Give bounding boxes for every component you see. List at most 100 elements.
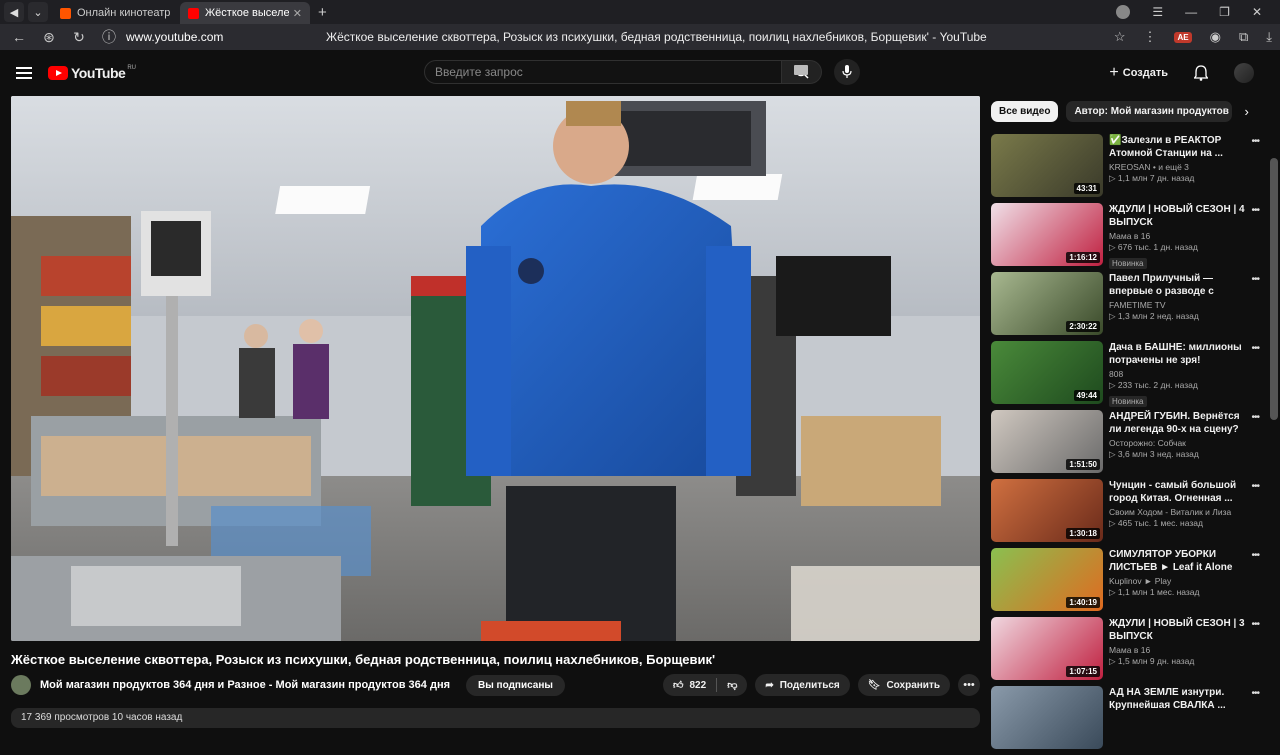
recommendation-item[interactable]: 1:16:12 ЖДУЛИ | НОВЫЙ СЕЗОН | 4 ВЫПУСК М… (991, 203, 1263, 272)
recommendation-item[interactable]: 2:30:22 Павел Прилучный — впервые о разв… (991, 272, 1263, 341)
channel-avatar[interactable] (11, 675, 31, 695)
protect-icon[interactable]: ⊛ (38, 29, 60, 46)
profile-icon[interactable] (1116, 5, 1131, 19)
site-info-icon[interactable]: ⓘ (98, 27, 120, 47)
video-thumbnail[interactable]: 49:44 (991, 341, 1103, 404)
recommendation-channel[interactable]: 808 (1109, 369, 1249, 379)
account-avatar[interactable] (1234, 63, 1254, 83)
recommendation-channel[interactable]: KREOSAN • и ещё 3 (1109, 162, 1249, 172)
recommendation-item[interactable]: 43:31 ✅Залезли в РЕАКТОР Атомной Станции… (991, 134, 1263, 203)
thumbs-down-icon[interactable]: 👎︎ (727, 679, 737, 691)
bookmark-save-icon: 🔖︎ (867, 679, 881, 691)
search-box (424, 59, 860, 85)
recommendation-title[interactable]: Дача в БАШНЕ: миллионы потрачены не зря! (1109, 341, 1249, 367)
chip-author[interactable]: Автор: Мой магазин продуктов 364 (1066, 101, 1233, 122)
browser-tab-youtube[interactable]: Жёсткое выселение ✕ (180, 2, 310, 24)
minimize-icon[interactable]: — (1185, 5, 1197, 19)
more-actions-button[interactable]: ••• (958, 674, 980, 696)
recommendation-channel[interactable]: Kuplinov ► Play (1109, 576, 1249, 586)
back-arrow-icon[interactable]: ← (8, 29, 30, 45)
recommendation-item[interactable]: 1:30:18 Чунцин - самый большой город Кит… (991, 479, 1263, 548)
menu-icon[interactable]: ☰ (1152, 5, 1163, 19)
url-domain[interactable]: www.youtube.com (126, 30, 326, 44)
video-thumbnail[interactable]: 1:51:50 (991, 410, 1103, 473)
video-thumbnail[interactable]: 1:16:12 (991, 203, 1103, 266)
speaker-icon[interactable]: ◀ (4, 2, 24, 22)
more-vertical-icon[interactable]: ••• (1251, 136, 1259, 147)
recommendation-item[interactable]: АД НА ЗЕМЛЕ изнутри. Крупнейшая СВАЛКА .… (991, 686, 1263, 755)
recommendation-title[interactable]: АНДРЕЙ ГУБИН. Вернётся ли легенда 90-х н… (1109, 410, 1249, 436)
video-player[interactable] (11, 96, 980, 641)
video-thumbnail[interactable]: 2:30:22 (991, 272, 1103, 335)
tab-title: Онлайн кинотеатр Кинопоиск (77, 7, 172, 19)
url-page-title: Жёсткое выселение сквоттера, Розыск из п… (326, 30, 987, 44)
recommendation-title[interactable]: АД НА ЗЕМЛЕ изнутри. Крупнейшая СВАЛКА .… (1109, 686, 1249, 712)
create-label: Создать (1122, 67, 1168, 79)
recommendation-channel[interactable]: FAMETIME TV (1109, 300, 1249, 310)
recommendation-channel[interactable]: Мама в 16 (1109, 231, 1249, 241)
video-thumbnail[interactable]: 43:31 (991, 134, 1103, 197)
more-vertical-icon[interactable]: ••• (1251, 274, 1259, 285)
more-vertical-icon[interactable]: ••• (1251, 550, 1259, 561)
youtube-logo[interactable]: YouTube RU (48, 65, 136, 81)
notifications-bell-icon[interactable] (1194, 65, 1208, 81)
subscribed-button[interactable]: Вы подписаны (466, 674, 565, 696)
duration-badge: 1:07:15 (1066, 666, 1100, 677)
recommendation-item[interactable]: 1:40:19 СИМУЛЯТОР УБОРКИ ЛИСТЬЕВ ► Leaf … (991, 548, 1263, 617)
more-vertical-icon[interactable]: ••• (1251, 619, 1259, 630)
duration-badge: 43:31 (1073, 183, 1100, 194)
hamburger-menu-icon[interactable] (16, 67, 32, 79)
recommendation-title[interactable]: ЖДУЛИ | НОВЫЙ СЕЗОН | 4 ВЫПУСК (1109, 203, 1249, 229)
like-dislike-group: 👍︎ 822 👎︎ (663, 674, 748, 696)
extension-badge-icon[interactable]: AE (1174, 31, 1192, 43)
page-scrollbar[interactable] (1270, 158, 1278, 420)
video-thumbnail[interactable]: 1:30:18 (991, 479, 1103, 542)
new-tab-plus-icon[interactable]: + (318, 4, 327, 21)
video-thumbnail[interactable] (991, 686, 1103, 749)
recommendation-channel[interactable]: Мама в 16 (1109, 645, 1249, 655)
more-vertical-icon[interactable]: ••• (1251, 481, 1259, 492)
more-vertical-icon[interactable]: ••• (1251, 205, 1259, 216)
chip-all-videos[interactable]: Все видео (991, 101, 1059, 122)
like-count: 822 (689, 679, 707, 691)
video-thumbnail[interactable]: 1:40:19 (991, 548, 1103, 611)
share-button[interactable]: ➦ Поделиться (755, 674, 850, 696)
recommendation-channel[interactable]: Своим Ходом - Виталик и Лиза (1109, 507, 1249, 517)
more-vertical-icon[interactable]: ••• (1251, 412, 1259, 423)
filter-chips: Все видео Автор: Мой магазин продуктов 3… (991, 101, 1261, 122)
more-vertical-icon[interactable]: ••• (1251, 343, 1259, 354)
more-vertical-icon[interactable]: ••• (1251, 688, 1259, 699)
download-icon[interactable]: ⤓ (1266, 29, 1272, 45)
save-button[interactable]: 🔖︎ Сохранить (857, 674, 950, 696)
recommendation-title[interactable]: ✅Залезли в РЕАКТОР Атомной Станции на ..… (1109, 134, 1249, 160)
tab-list-chevron-icon[interactable]: ⌄ (28, 2, 48, 22)
search-input[interactable] (424, 60, 782, 84)
keyboard-icon[interactable] (794, 65, 808, 75)
recommendation-item[interactable]: 1:07:15 ЖДУЛИ | НОВЫЙ СЕЗОН | 3 ВЫПУСК М… (991, 617, 1263, 686)
like-button[interactable]: 👍︎ 822 (673, 679, 707, 692)
reload-icon[interactable]: ↻ (68, 29, 90, 46)
close-icon[interactable]: ✕ (293, 7, 302, 20)
recommendation-channel[interactable]: Осторожно: Собчак (1109, 438, 1249, 448)
recommendation-title[interactable]: ЖДУЛИ | НОВЫЙ СЕЗОН | 3 ВЫПУСК (1109, 617, 1249, 643)
recommendation-title[interactable]: СИМУЛЯТОР УБОРКИ ЛИСТЬЕВ ► Leaf it Alone (1109, 548, 1249, 574)
video-frame (11, 96, 980, 641)
restore-icon[interactable]: ❐ (1219, 5, 1230, 19)
recommendation-item[interactable]: 49:44 Дача в БАШНЕ: миллионы потрачены н… (991, 341, 1263, 410)
channel-name[interactable]: Мой магазин продуктов 364 дня и Разное -… (40, 679, 450, 691)
more-vertical-icon[interactable]: ⋮ (1143, 29, 1156, 45)
create-button[interactable]: + Создать (1109, 64, 1168, 82)
duration-badge: 1:40:19 (1066, 597, 1100, 608)
chevron-right-icon[interactable]: › (1244, 104, 1248, 119)
voice-search-button[interactable] (834, 59, 860, 85)
window-close-icon[interactable]: ✕ (1252, 5, 1262, 19)
tabs-collection-icon[interactable]: ⧉ (1239, 29, 1248, 45)
recommendation-item[interactable]: 1:51:50 АНДРЕЙ ГУБИН. Вернётся ли легенд… (991, 410, 1263, 479)
description-box[interactable]: 17 369 просмотров 10 часов назад (11, 708, 980, 728)
bookmark-icon[interactable]: ☆ (1114, 29, 1126, 45)
video-thumbnail[interactable]: 1:07:15 (991, 617, 1103, 680)
media-control-icon[interactable]: ◉ (1210, 29, 1221, 45)
browser-tab-kinopoisk[interactable]: Онлайн кинотеатр Кинопоиск (52, 2, 180, 24)
recommendation-title[interactable]: Павел Прилучный — впервые о разводе с Аг… (1109, 272, 1249, 298)
recommendation-title[interactable]: Чунцин - самый большой город Китая. Огне… (1109, 479, 1249, 505)
